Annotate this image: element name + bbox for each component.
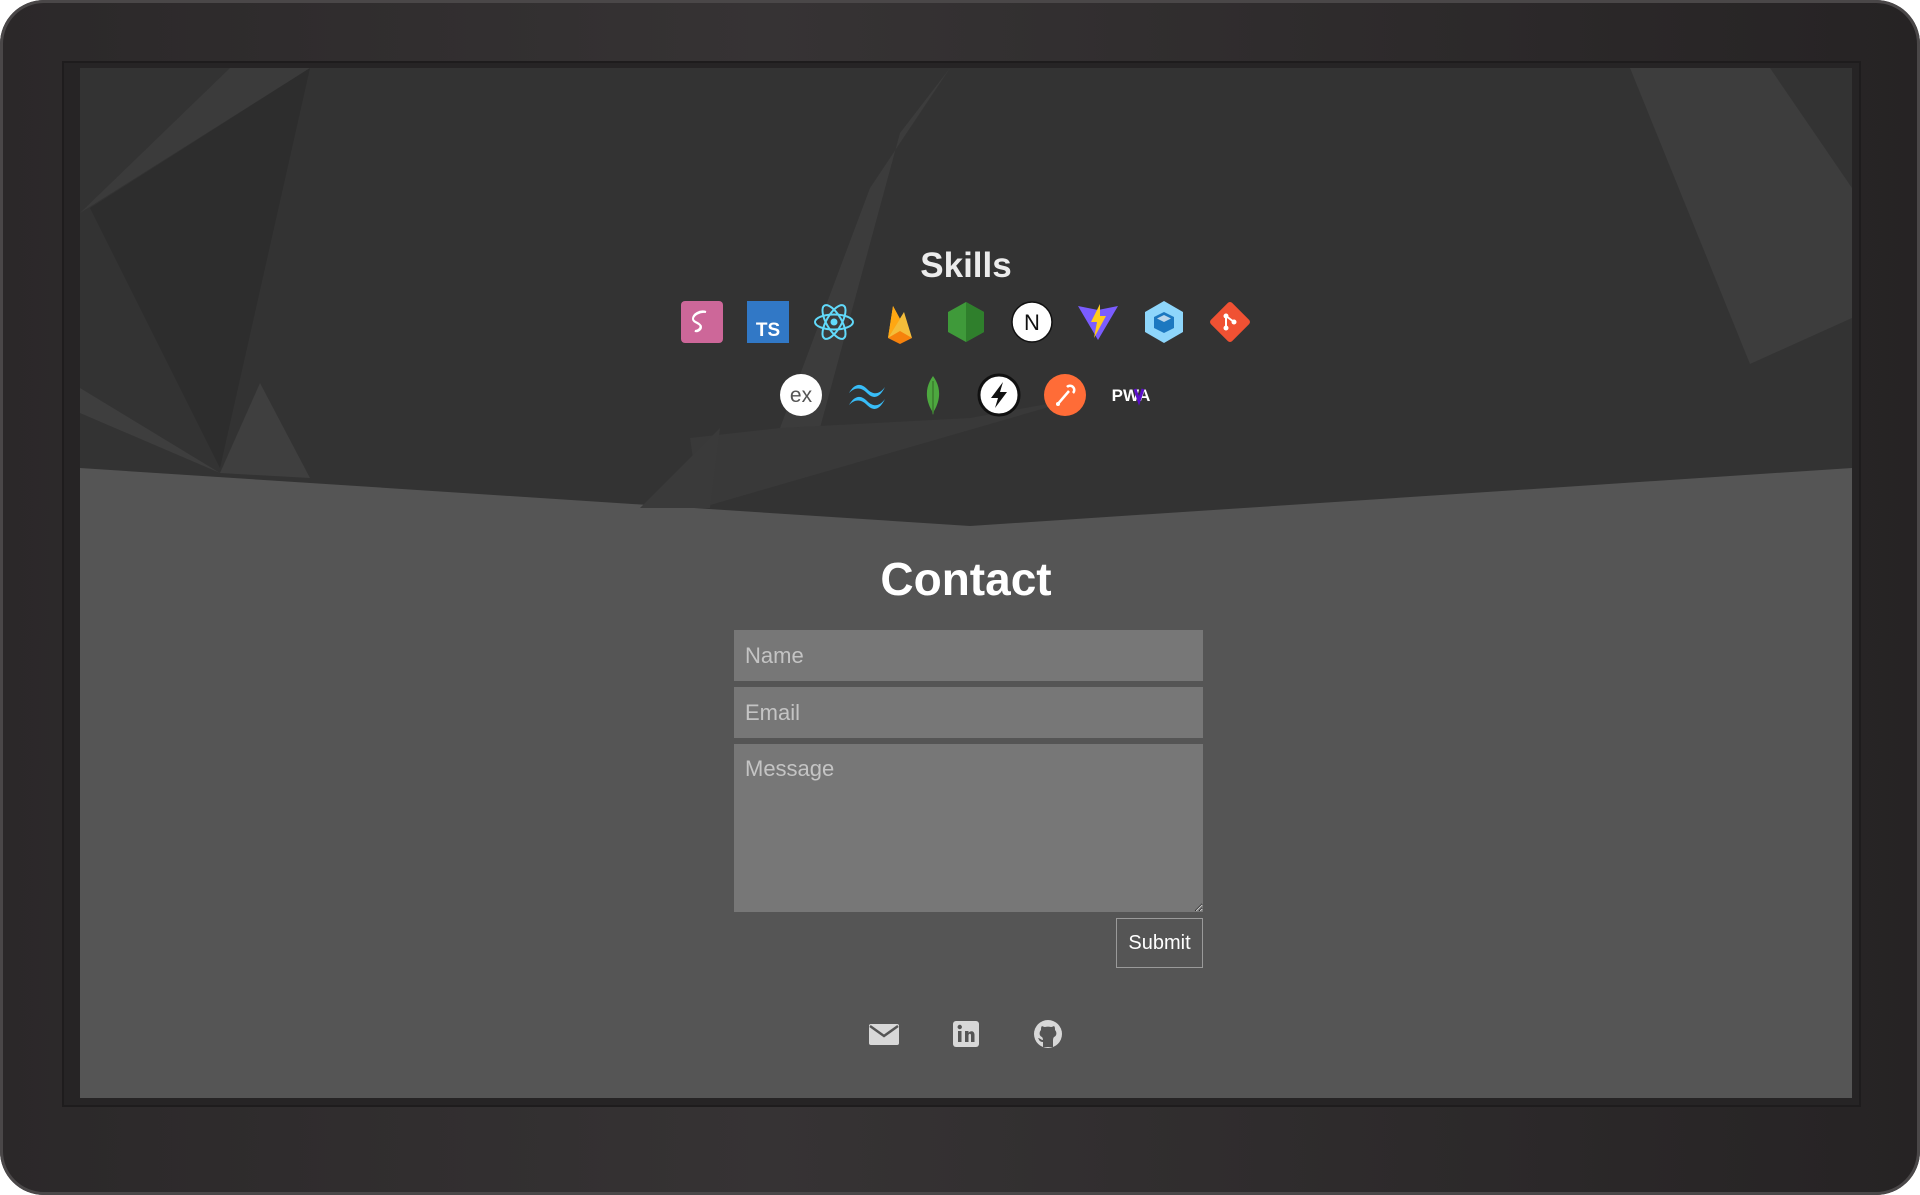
social-links [80,1018,1852,1050]
website-screen: Skills TS N ex PWA Contact Name Email Me… [80,68,1852,1098]
svg-text:N: N [1024,310,1040,335]
contact-heading: Contact [880,553,1052,605]
github-icon[interactable] [1032,1018,1064,1050]
express-icon: ex [779,373,823,417]
webpack-icon [1142,300,1186,344]
nodejs-icon [944,300,988,344]
svg-text:ex: ex [790,384,813,407]
nextjs-icon: N [1010,300,1054,344]
socketio-icon [977,373,1021,417]
skills-icon-row-1: TS N [80,300,1852,344]
svg-text:PWA: PWA [1112,386,1151,405]
firebase-icon [878,300,922,344]
name-field[interactable] [734,630,1203,681]
vite-icon [1076,300,1120,344]
skills-heading: Skills [920,246,1012,285]
skills-icon-row-2: ex PWA [80,373,1852,417]
submit-button[interactable]: Submit [1116,918,1203,968]
postman-icon [1043,373,1087,417]
react-icon [812,300,856,344]
git-icon [1208,300,1252,344]
mail-icon[interactable] [868,1018,900,1050]
svg-text:TS: TS [756,320,780,341]
typescript-icon: TS [746,300,790,344]
linkedin-icon[interactable] [950,1018,982,1050]
sass-icon [680,300,724,344]
mongodb-icon [911,373,955,417]
contact-form [734,630,1203,918]
device-frame: Skills TS N ex PWA Contact Name Email Me… [0,0,1920,1195]
tailwind-icon [845,373,889,417]
message-field[interactable] [734,744,1203,912]
pwa-icon: PWA [1109,373,1153,417]
email-field[interactable] [734,687,1203,738]
